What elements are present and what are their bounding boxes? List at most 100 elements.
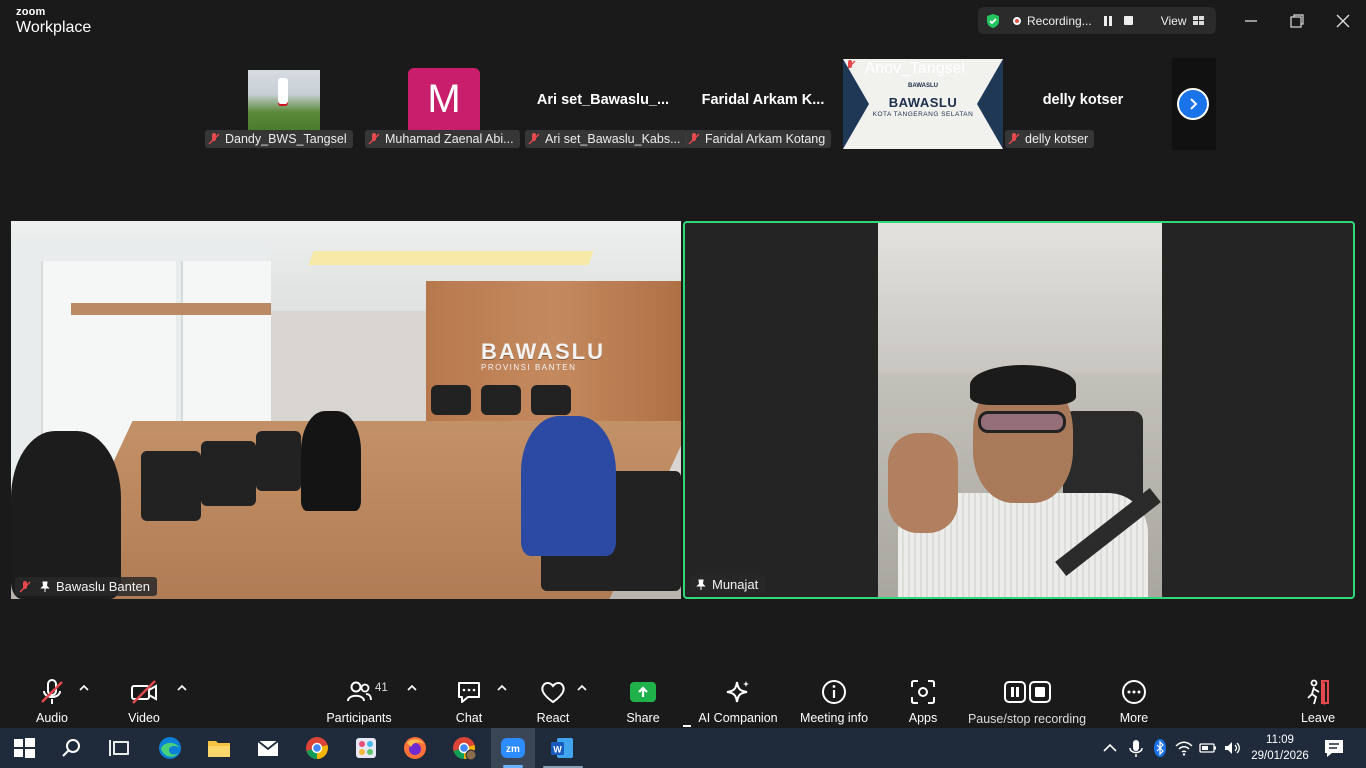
pin-icon (40, 581, 50, 592)
participant-name: delly kotser (1025, 132, 1089, 146)
clock-time: 11:09 (1266, 734, 1294, 746)
participant-photo (248, 70, 320, 130)
participant-thumb[interactable]: M Muhamad Zaenal Abi... (363, 58, 523, 148)
video-off-icon (131, 680, 157, 704)
pause-icon (1003, 681, 1026, 703)
participant-display-name: Ari set_Bawaslu_... (536, 92, 670, 108)
meeting-info-label: Meeting info (799, 711, 869, 725)
show-hidden-icons-chevron-icon[interactable] (1100, 738, 1120, 758)
wall-logo: BAWASLU (481, 339, 605, 364)
windows-start-icon[interactable] (11, 735, 37, 761)
pause-stop-recording-button[interactable]: Pause/stop recording (968, 669, 1086, 728)
chrome-icon[interactable] (304, 735, 330, 761)
task-view-icon[interactable] (107, 735, 133, 761)
participant-name-label: Muhamad Zaenal Abi... (365, 130, 520, 148)
minimize-icon[interactable] (1240, 10, 1262, 32)
ai-companion-button[interactable]: AI Companion (698, 669, 778, 728)
participants-count: 41 (375, 682, 388, 694)
video-button[interactable]: Video (124, 669, 164, 728)
participant-thumb[interactable]: Dandy_BWS_Tangsel (203, 58, 363, 148)
audio-options-chevron-icon[interactable] (79, 684, 89, 692)
view-button[interactable]: View (1161, 14, 1204, 28)
participant-name-label: Munajat (689, 575, 766, 594)
chat-icon (458, 682, 480, 703)
taskbar-clock[interactable]: 11:09 29/01/2026 (1248, 732, 1312, 764)
word-icon[interactable]: W (549, 735, 575, 761)
video-options-chevron-icon[interactable] (177, 684, 187, 692)
search-icon[interactable] (59, 735, 85, 761)
participants-options-chevron-icon[interactable] (407, 684, 417, 692)
close-icon[interactable] (1332, 10, 1354, 32)
participant-thumb[interactable]: delly kotser delly kotser (1003, 58, 1163, 148)
file-explorer-icon[interactable] (206, 735, 232, 761)
firefox-icon[interactable] (402, 735, 428, 761)
participant-avatar: M (408, 68, 480, 130)
react-options-chevron-icon[interactable] (577, 684, 587, 692)
video-tile-left[interactable]: BAWASLU PROVINSI BANTEN Bawaslu Banten (11, 221, 681, 599)
participant-name-label: Ari set_Bawaslu_Kabs... (525, 130, 687, 148)
clock-date: 29/01/2026 (1251, 750, 1309, 762)
audio-button[interactable]: Audio (32, 669, 72, 728)
photos-app-icon[interactable] (353, 735, 379, 761)
participant-strip: Dandy_BWS_Tangsel M Muhamad Zaenal Abi..… (0, 44, 1366, 174)
participant-display-name: Faridal Arkam K... (701, 92, 825, 108)
video-tile-right-active-speaker[interactable]: Munajat (683, 221, 1355, 599)
participant-name: Bawaslu Banten (56, 579, 150, 594)
next-page-button[interactable] (1172, 58, 1216, 150)
view-label: View (1160, 13, 1187, 28)
ai-companion-label: AI Companion (698, 711, 778, 725)
participants-button[interactable]: Participants (326, 669, 392, 728)
apps-button[interactable]: Apps (903, 669, 943, 728)
participant-thumb-video[interactable]: BAWASLU BAWASLU KOTA TANGERANG SELATAN A… (843, 59, 1003, 149)
muted-mic-icon (41, 679, 63, 704)
react-label: React (536, 711, 570, 725)
bluetooth-icon[interactable] (1150, 738, 1170, 758)
apps-icon (911, 680, 935, 704)
bawaslu-sub: KOTA TANGERANG SELATAN (872, 111, 974, 118)
notifications-icon[interactable] (1321, 735, 1347, 761)
app-logo: zoom Workplace (16, 7, 91, 36)
pause-recording-icon[interactable] (1103, 15, 1112, 26)
participant-thumb[interactable]: Ari set_Bawaslu_... Ari set_Bawaslu_Kabs… (523, 58, 687, 148)
zoom-app-icon[interactable]: zm (500, 735, 526, 761)
encryption-shield-icon[interactable] (985, 13, 1001, 29)
battery-icon[interactable] (1198, 738, 1218, 758)
more-icon (1122, 680, 1146, 704)
chat-options-chevron-icon[interactable] (497, 684, 507, 692)
microphone-in-use-icon[interactable] (1126, 738, 1146, 758)
participant-thumb[interactable]: Faridal Arkam K... Faridal Arkam Kotang (683, 58, 843, 148)
stop-icon (1028, 681, 1051, 703)
share-button[interactable]: Share (623, 669, 663, 728)
react-button[interactable]: React (533, 669, 573, 728)
video-label: Video (128, 711, 160, 725)
meeting-toolbar: Audio Video Participants 41 Chat React S… (0, 669, 1366, 728)
leave-button[interactable]: Leave (1298, 669, 1338, 728)
edge-browser-icon[interactable] (157, 735, 183, 761)
share-screen-icon (630, 682, 656, 702)
share-label: Share (626, 711, 660, 725)
pin-icon (696, 579, 706, 590)
participant-name-label: delly kotser (1005, 130, 1095, 148)
participant-name: Faridal Arkam Kotang (705, 132, 826, 146)
recording-pill: Recording... View (978, 7, 1216, 34)
stop-recording-icon[interactable] (1123, 16, 1133, 25)
muted-mic-icon (688, 133, 700, 145)
muted-mic-icon (368, 133, 380, 145)
volume-icon[interactable] (1222, 738, 1242, 758)
meeting-info-button[interactable]: Meeting info (798, 669, 870, 728)
participant-name-label: Faridal Arkam Kotang (685, 130, 832, 148)
restore-icon[interactable] (1286, 10, 1308, 32)
more-button[interactable]: More (1114, 669, 1154, 728)
muted-mic-icon (528, 133, 540, 145)
participant-name: Dandy_BWS_Tangsel (225, 132, 347, 146)
grid-view-icon (1192, 16, 1204, 25)
wifi-icon[interactable] (1174, 738, 1194, 758)
participant-name: Munajat (712, 577, 759, 592)
chrome-profile-icon[interactable] (451, 735, 477, 761)
bawaslu-brand: BAWASLU (888, 95, 958, 110)
chat-button[interactable]: Chat (449, 669, 489, 728)
mail-icon[interactable] (255, 735, 281, 761)
participants-label: Participants (326, 711, 392, 725)
windows-taskbar: zm W 11:09 29/01/2026 (0, 728, 1366, 768)
participant-name: Anov_Tangsel (864, 60, 966, 77)
